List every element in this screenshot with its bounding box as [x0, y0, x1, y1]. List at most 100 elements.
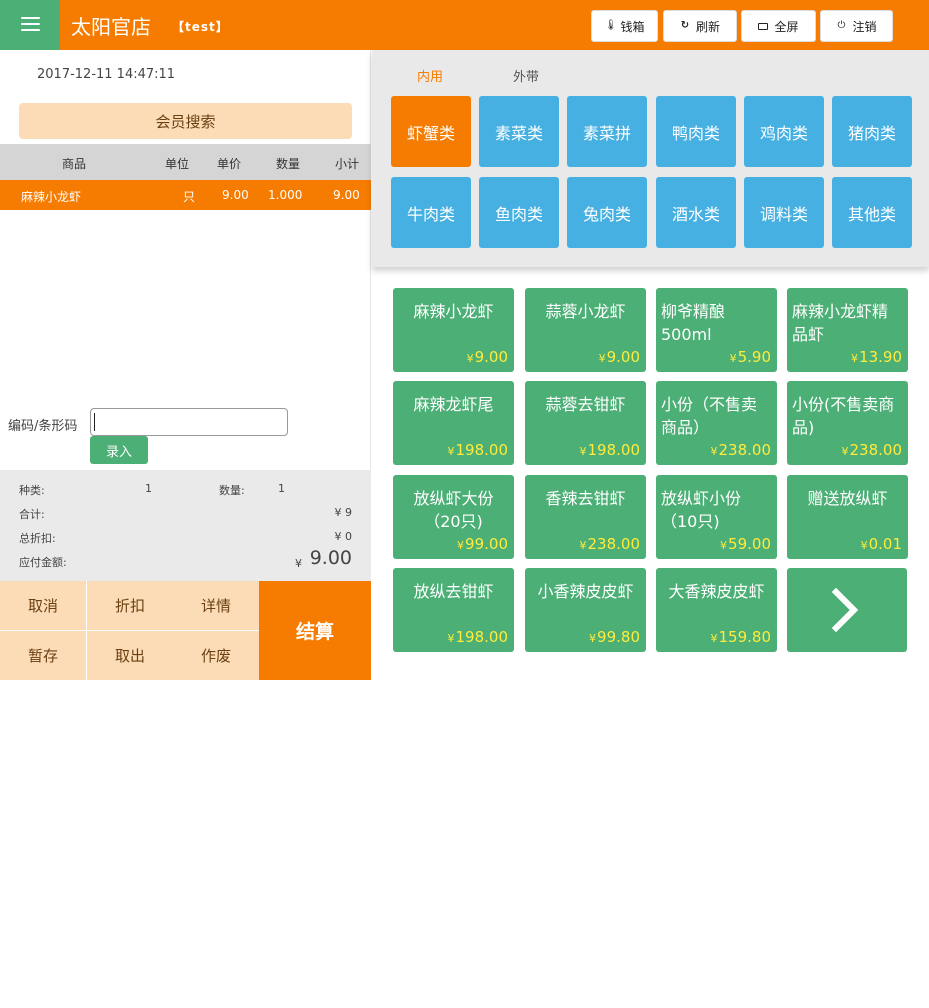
order-table-header: 商品 单位 单价 数量 小计: [0, 144, 371, 180]
product-tile[interactable]: 香辣去钳虾 ¥238.00: [525, 475, 646, 559]
product-price: ¥99.80: [589, 628, 640, 646]
product-price: ¥198.00: [579, 441, 641, 459]
product-price: ¥59.00: [720, 535, 771, 553]
product-tile[interactable]: 放纵虾小份（10只) ¥59.00: [656, 475, 777, 559]
member-search-button[interactable]: 会员搜索: [19, 103, 352, 139]
kinds-label: 种类:: [19, 484, 45, 497]
enter-button[interactable]: 录入: [90, 436, 148, 464]
order-datetime: 2017-12-11 14:47:11: [37, 67, 176, 82]
product-name: 小份(不售卖商品): [792, 395, 895, 437]
product-tile[interactable]: 小份(不售卖商品) ¥238.00: [787, 381, 908, 465]
order-row[interactable]: 麻辣小龙虾 只 9.00 1.000 9.00: [0, 180, 371, 210]
category-button[interactable]: 鱼肉类: [479, 177, 559, 248]
product-name: 大香辣皮皮虾: [668, 582, 765, 601]
product-price: ¥159.80: [710, 628, 772, 646]
tab-dine-in[interactable]: 内用: [417, 66, 443, 85]
payable-currency: ¥: [295, 557, 302, 570]
quantity-label: 数量:: [219, 484, 245, 497]
cash-drawer-label: 钱箱: [620, 19, 645, 34]
product-name: 放纵去钳虾: [413, 582, 494, 601]
category-button[interactable]: 其他类: [832, 177, 912, 248]
column-header-name: 商品: [62, 157, 87, 171]
order-item-subtotal: 9.00: [333, 188, 360, 202]
kinds-value: 1: [145, 482, 152, 495]
category-button[interactable]: 鸭肉类: [656, 96, 736, 167]
discount-button[interactable]: 折扣: [87, 581, 173, 630]
column-header-price: 单价: [217, 157, 242, 171]
logout-button[interactable]: ⏻ 注销: [820, 10, 893, 42]
text-caret: [94, 413, 95, 431]
logout-label: 注销: [852, 19, 877, 34]
retrieve-button[interactable]: 取出: [87, 631, 173, 680]
product-name: 麻辣小龙虾: [413, 302, 494, 321]
product-tile[interactable]: 小香辣皮皮虾 ¥99.80: [525, 568, 646, 652]
product-tile[interactable]: 蒜蓉去钳虾 ¥198.00: [525, 381, 646, 465]
payable-amount: 9.00: [309, 547, 352, 569]
top-bar: 太阳官店 【test】 🌡 钱箱 ↻ 刷新 全屏 ⏻ 注销: [0, 0, 929, 50]
fullscreen-button[interactable]: 全屏: [741, 10, 816, 42]
product-price: ¥99.00: [457, 535, 508, 553]
product-price: ¥9.00: [598, 348, 640, 366]
product-tile[interactable]: 放纵去钳虾 ¥198.00: [393, 568, 514, 652]
order-item-unit: 只: [183, 190, 196, 204]
product-tile[interactable]: 柳爷精酿500ml ¥5.90: [656, 288, 777, 372]
discount-label: 总折扣:: [19, 532, 56, 545]
category-button[interactable]: 猪肉类: [832, 96, 912, 167]
product-tile[interactable]: 赠送放纵虾 ¥0.01: [787, 475, 908, 559]
column-header-qty: 数量: [276, 157, 301, 171]
product-tile[interactable]: 麻辣小龙虾精品虾 ¥13.90: [787, 288, 908, 372]
hamburger-menu-icon[interactable]: [0, 0, 60, 50]
category-button[interactable]: 素菜类: [479, 96, 559, 167]
category-button[interactable]: 兔肉类: [567, 177, 647, 248]
category-button[interactable]: 酒水类: [656, 177, 736, 248]
product-price: ¥238.00: [841, 441, 903, 459]
cancel-button[interactable]: 取消: [0, 581, 86, 630]
column-header-subtotal: 小计: [335, 157, 360, 171]
order-panel: 2017-12-11 14:47:11 会员搜索 商品 单位 单价 数量 小计 …: [0, 50, 371, 680]
total-label: 合计:: [19, 508, 45, 521]
product-name: 香辣去钳虾: [545, 489, 626, 508]
chevron-right-icon: [831, 588, 859, 632]
product-name: 蒜蓉去钳虾: [545, 395, 626, 414]
product-tile[interactable]: 麻辣小龙虾 ¥9.00: [393, 288, 514, 372]
void-button[interactable]: 作废: [173, 631, 259, 680]
refresh-label: 刷新: [695, 19, 720, 34]
thermometer-icon: 🌡: [604, 20, 618, 31]
category-button[interactable]: 牛肉类: [391, 177, 471, 248]
category-button[interactable]: 鸡肉类: [744, 96, 824, 167]
product-name: 麻辣龙虾尾: [413, 395, 494, 414]
order-item-name: 麻辣小龙虾: [21, 190, 82, 204]
store-name: 太阳官店: [71, 15, 151, 39]
barcode-input[interactable]: [90, 408, 288, 436]
hold-button[interactable]: 暂存: [0, 631, 86, 680]
tab-takeaway[interactable]: 外带: [513, 66, 539, 85]
product-tile[interactable]: 蒜蓉小龙虾 ¥9.00: [525, 288, 646, 372]
order-item-qty: 1.000: [268, 188, 303, 202]
refresh-icon: ↻: [680, 20, 690, 31]
fullscreen-label: 全屏: [774, 19, 799, 34]
payable-label: 应付金额:: [19, 556, 67, 569]
refresh-button[interactable]: ↻ 刷新: [663, 10, 737, 42]
product-name: 赠送放纵虾: [807, 489, 888, 508]
product-tile[interactable]: 麻辣龙虾尾 ¥198.00: [393, 381, 514, 465]
product-name: 柳爷精酿500ml: [661, 302, 726, 344]
product-name: 小份（不售卖商品）: [661, 395, 758, 437]
product-name: 蒜蓉小龙虾: [545, 302, 626, 321]
category-button[interactable]: 调料类: [744, 177, 824, 248]
category-button[interactable]: 素菜拼: [567, 96, 647, 167]
next-page-button[interactable]: [787, 568, 907, 652]
power-icon: ⏻: [837, 20, 846, 31]
category-button[interactable]: 虾蟹类: [391, 96, 471, 167]
product-tile[interactable]: 大香辣皮皮虾 ¥159.80: [656, 568, 777, 652]
product-name: 放纵虾大份（20只): [413, 489, 494, 531]
product-tile[interactable]: 小份（不售卖商品） ¥238.00: [656, 381, 777, 465]
product-price: ¥238.00: [710, 441, 772, 459]
product-tile[interactable]: 放纵虾大份（20只) ¥99.00: [393, 475, 514, 559]
details-button[interactable]: 详情: [173, 581, 259, 630]
order-item-price: 9.00: [222, 188, 249, 202]
category-panel: 内用 外带 虾蟹类 素菜类 素菜拼 鸭肉类 鸡肉类 猪肉类 牛肉类 鱼肉类 兔肉…: [372, 50, 929, 267]
order-actions: 取消 折扣 详情 暂存 取出 作废 结算: [0, 581, 371, 680]
cash-drawer-button[interactable]: 🌡 钱箱: [591, 10, 658, 42]
product-price: ¥9.00: [466, 348, 508, 366]
checkout-button[interactable]: 结算: [259, 581, 371, 680]
